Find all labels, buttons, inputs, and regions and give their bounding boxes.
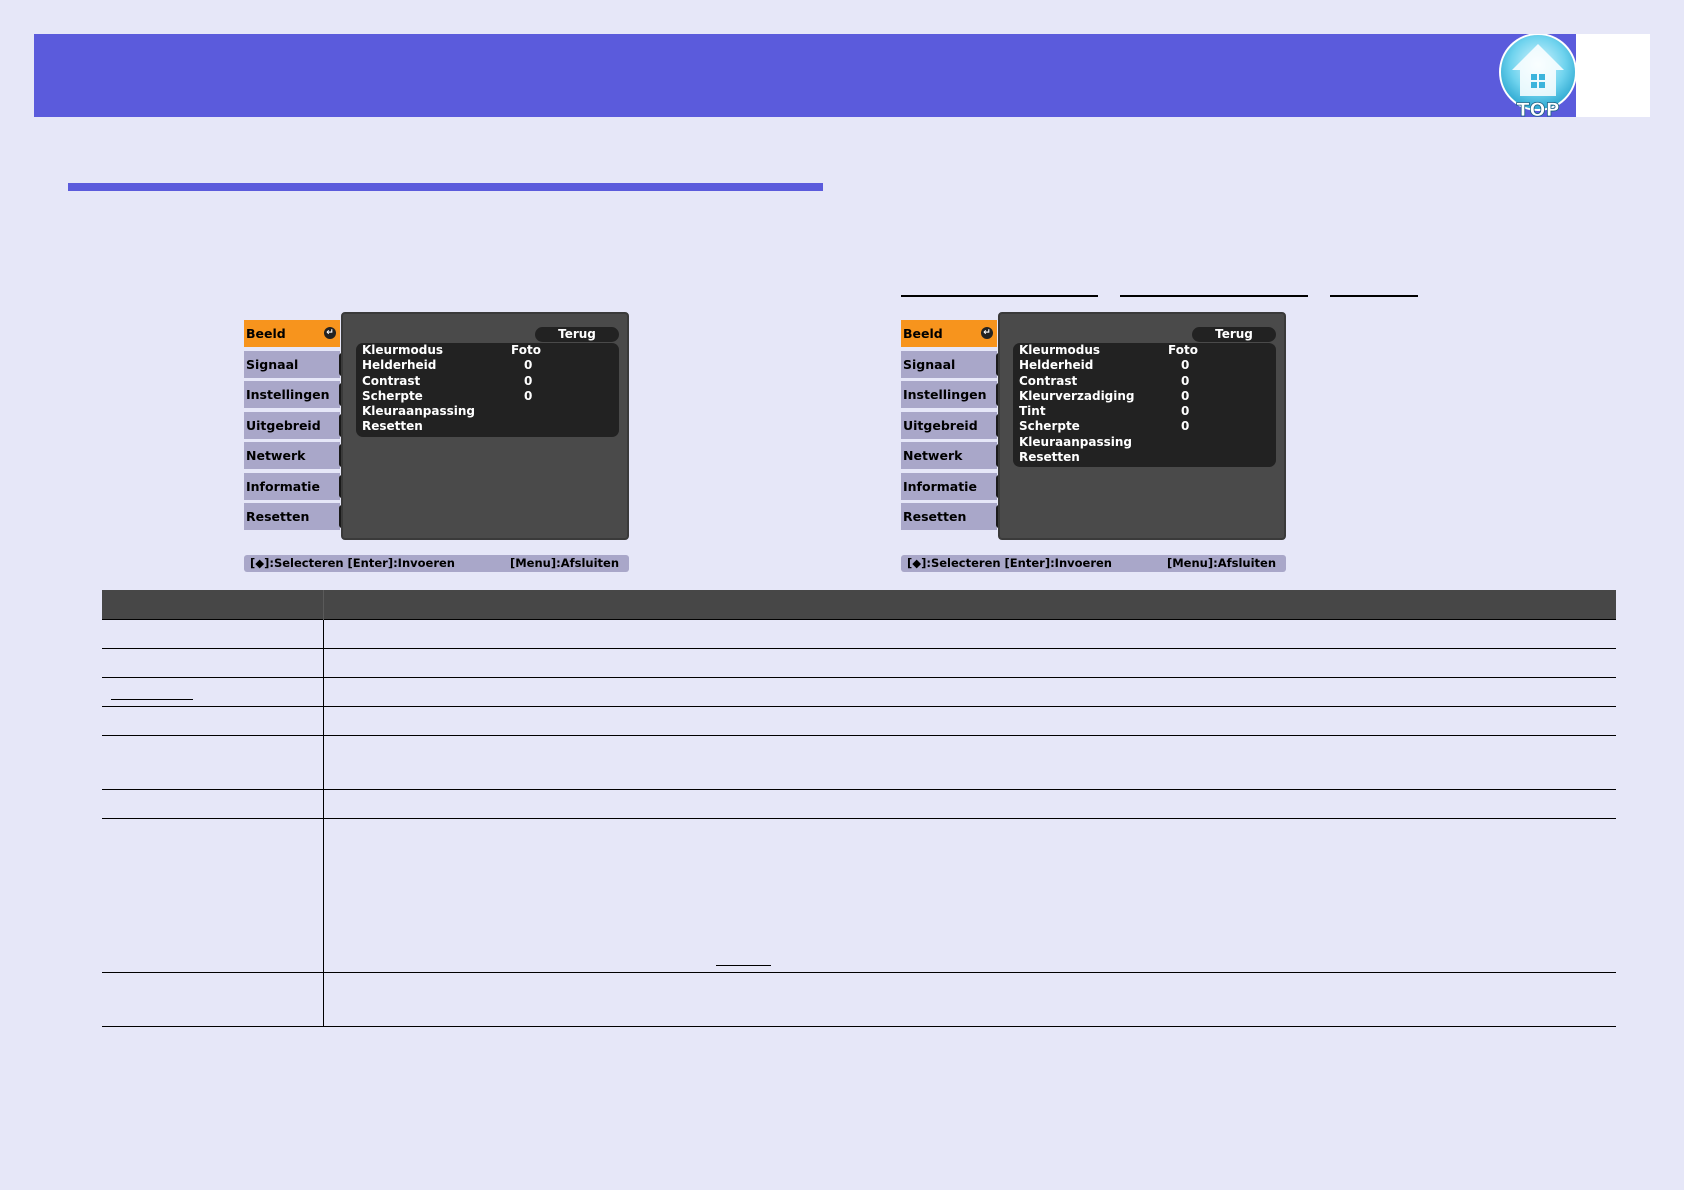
table-cell bbox=[102, 789, 324, 819]
table-cell bbox=[323, 677, 1616, 707]
osd-setting-row: Scherpte 0 bbox=[1019, 419, 1190, 434]
osd-status-bar: [◆]:Selecteren [Enter]:Invoeren [Menu]:A… bbox=[244, 555, 629, 572]
table-header-cell bbox=[323, 590, 1616, 620]
osd-tab-netwerk: Netwerk bbox=[901, 442, 1002, 469]
table-header-row bbox=[102, 590, 1616, 620]
osd-back-button: Terug bbox=[535, 327, 619, 342]
page-header bbox=[34, 34, 1576, 117]
top-button-label: TOP bbox=[1516, 99, 1559, 118]
section-title-bar bbox=[68, 183, 823, 191]
osd-tab-instellingen: Instellingen bbox=[244, 381, 345, 408]
osd-tab-signaal: Signaal bbox=[244, 351, 345, 378]
osd-setting-row: Kleurmodus Foto bbox=[362, 343, 541, 357]
glossary-link-underline[interactable] bbox=[716, 965, 771, 966]
table-cell bbox=[102, 706, 324, 736]
table-cell bbox=[102, 648, 324, 678]
osd-status-bar: [◆]:Selecteren [Enter]:Invoeren [Menu]:A… bbox=[901, 555, 1286, 572]
top-button[interactable]: TOP bbox=[1498, 33, 1578, 121]
glossary-link-underline[interactable] bbox=[111, 699, 193, 700]
osd-tab-informatie: Informatie bbox=[244, 473, 345, 500]
table-row bbox=[102, 706, 1616, 736]
osd-tab-uitgebreid: Uitgebreid bbox=[901, 412, 1002, 439]
osd-tab-netwerk: Netwerk bbox=[244, 442, 345, 469]
osd-setting-row: Helderheid 0 bbox=[1019, 358, 1190, 373]
table-cell bbox=[323, 972, 1616, 1027]
osd-menu-screenshot-1: Beeld ↵ Signaal Instellingen Uitgebreid N… bbox=[244, 312, 629, 572]
osd-setting-row: Contrast 0 bbox=[362, 373, 533, 388]
header-page-number-box bbox=[1576, 34, 1650, 117]
osd-setting-row: Contrast 0 bbox=[1019, 373, 1190, 388]
osd-settings-panel: Terug Kleurmodus Foto Helderheid 0 Contras… bbox=[341, 312, 629, 540]
settings-table bbox=[102, 590, 1616, 1027]
table-cell bbox=[102, 972, 324, 1027]
osd-settings-panel: Terug Kleurmodus Foto Helderheid 0 Contras… bbox=[998, 312, 1286, 540]
osd-setting-row: Kleurmodus Foto bbox=[1019, 343, 1198, 357]
osd-tab-signaal: Signaal bbox=[901, 351, 1002, 378]
osd-tab-resetten: Resetten bbox=[244, 503, 345, 530]
table-row bbox=[102, 648, 1616, 678]
osd-setting-row: Helderheid 0 bbox=[362, 358, 533, 373]
table-row bbox=[102, 677, 1616, 707]
table-cell bbox=[323, 818, 1616, 973]
osd-tab-beeld: Beeld ↵ bbox=[901, 320, 997, 347]
table-row bbox=[102, 972, 1616, 1027]
osd-setting-row: Kleuraanpassing bbox=[362, 404, 475, 419]
osd-tab-instellingen: Instellingen bbox=[901, 381, 1002, 408]
osd-tab-informatie: Informatie bbox=[901, 473, 1002, 500]
table-cell bbox=[102, 677, 324, 707]
link-underline-2[interactable] bbox=[1120, 295, 1308, 297]
table-cell bbox=[102, 818, 324, 973]
table-cell bbox=[323, 648, 1616, 678]
osd-setting-row: Tint 0 bbox=[1019, 404, 1190, 419]
osd-settings-list: Kleurmodus Foto Helderheid 0 Contrast 0 Kle… bbox=[1013, 343, 1276, 468]
table-header-cell bbox=[102, 590, 324, 620]
osd-tab-uitgebreid: Uitgebreid bbox=[244, 412, 345, 439]
table-row bbox=[102, 818, 1616, 973]
table-row bbox=[102, 789, 1616, 819]
link-underline-3[interactable] bbox=[1330, 295, 1418, 297]
osd-back-button: Terug bbox=[1192, 327, 1276, 342]
table-cell bbox=[323, 735, 1616, 790]
table-cell bbox=[102, 735, 324, 790]
osd-setting-row: Kleurverzadiging 0 bbox=[1019, 388, 1190, 403]
table-cell bbox=[323, 789, 1616, 819]
enter-icon: ↵ bbox=[981, 327, 993, 339]
top-home-icon: TOP bbox=[1499, 33, 1577, 121]
osd-menu-screenshot-2: Beeld ↵ Signaal Instellingen Uitgebreid N… bbox=[901, 312, 1286, 572]
enter-icon: ↵ bbox=[324, 327, 336, 339]
osd-setting-row: Resetten bbox=[362, 419, 423, 434]
osd-setting-row: Scherpte 0 bbox=[362, 388, 533, 403]
osd-tab-beeld: Beeld ↵ bbox=[244, 320, 340, 347]
osd-setting-row: Kleuraanpassing bbox=[1019, 434, 1132, 449]
table-cell bbox=[102, 619, 324, 649]
table-cell bbox=[323, 706, 1616, 736]
table-cell bbox=[323, 619, 1616, 649]
osd-setting-row: Resetten bbox=[1019, 450, 1080, 465]
osd-tab-resetten: Resetten bbox=[901, 503, 1002, 530]
table-row bbox=[102, 619, 1616, 649]
link-underline-1[interactable] bbox=[901, 295, 1098, 297]
osd-settings-list: Kleurmodus Foto Helderheid 0 Contrast 0 Sch… bbox=[356, 343, 619, 437]
table-row bbox=[102, 735, 1616, 790]
